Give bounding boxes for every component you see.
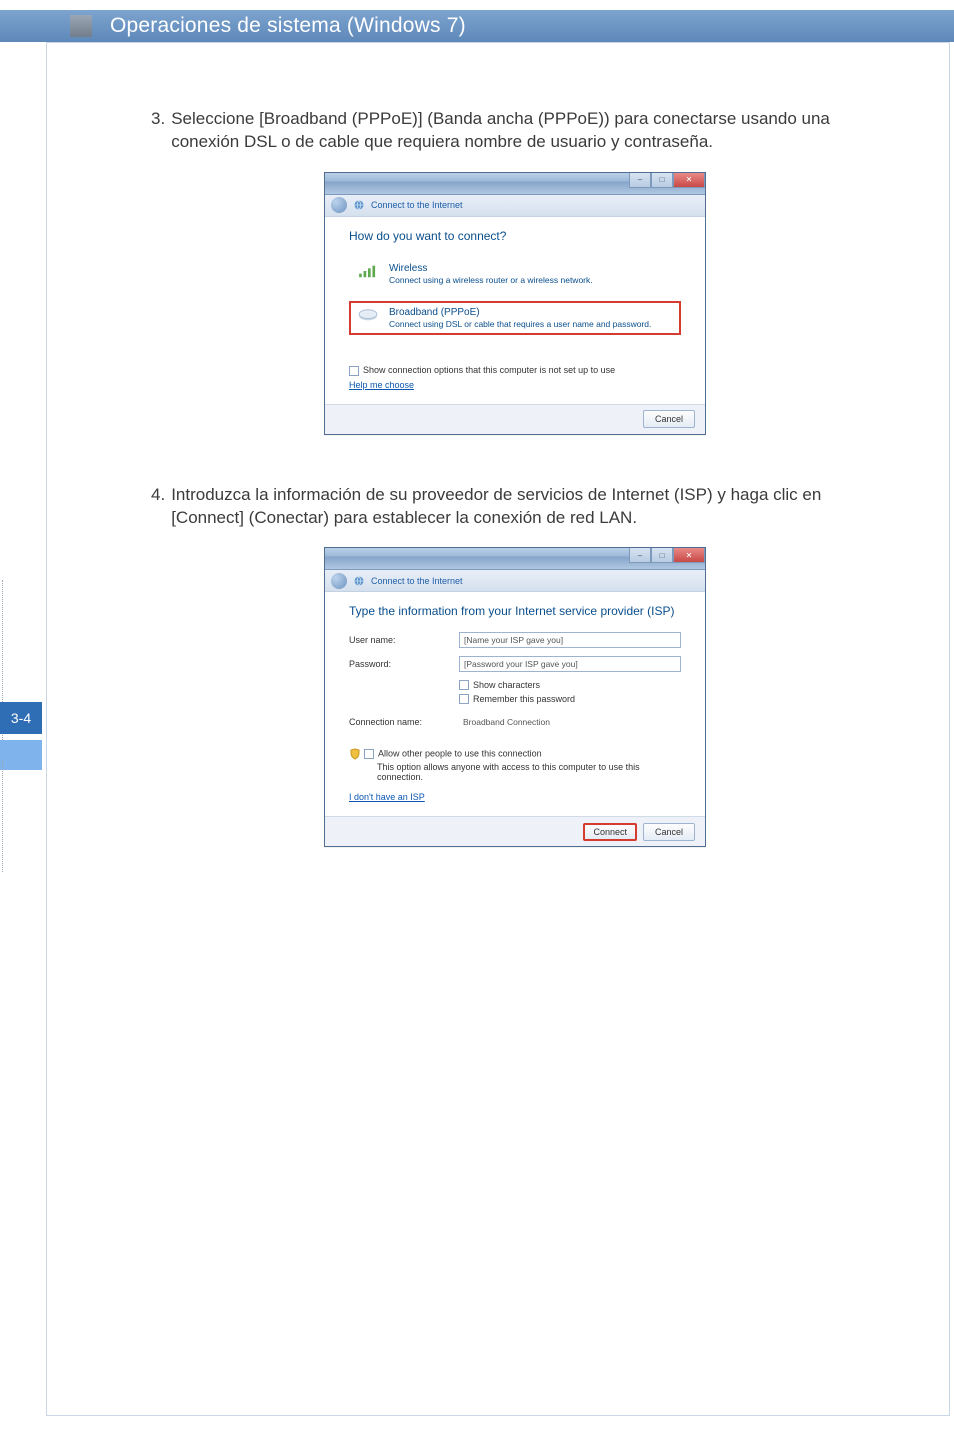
header-logo [70, 15, 92, 37]
dialog-titlebar: – □ ✕ [325, 548, 705, 570]
maximize-button[interactable]: □ [651, 548, 673, 563]
cancel-button[interactable]: Cancel [643, 823, 695, 841]
side-dots-lower [2, 760, 8, 872]
close-button[interactable]: ✕ [673, 548, 705, 563]
allow-label: Allow other people to use this connectio… [378, 749, 542, 759]
breadcrumb-bar: Connect to the Internet [325, 195, 705, 217]
dialog-isp-info: – □ ✕ Connect to the Internet Type the i… [324, 547, 706, 847]
checkbox-show-chars[interactable] [459, 680, 469, 690]
step-number: 4. [151, 483, 165, 506]
connect-button[interactable]: Connect [583, 823, 637, 841]
dialog-titlebar: – □ ✕ [325, 173, 705, 195]
connection-name-label: Connection name: [349, 717, 459, 727]
breadcrumb-bar: Connect to the Internet [325, 570, 705, 592]
back-icon[interactable] [331, 197, 347, 213]
show-chars-label: Show characters [473, 680, 540, 690]
step-text: Introduzca la información de su proveedo… [171, 483, 879, 530]
option-desc: Connect using DSL or cable that requires… [389, 319, 651, 329]
globe-icon [353, 199, 365, 211]
option-title: Wireless [389, 263, 593, 275]
header-title: Operaciones de sistema (Windows 7) [110, 14, 466, 38]
close-button[interactable]: ✕ [673, 173, 705, 188]
username-label: User name: [349, 635, 459, 645]
dialog-heading: How do you want to connect? [349, 229, 681, 243]
checkbox-show-options[interactable] [349, 366, 359, 376]
dialog-heading: Type the information from your Internet … [349, 604, 681, 618]
maximize-button[interactable]: □ [651, 173, 673, 188]
remember-label: Remember this password [473, 694, 575, 704]
username-input[interactable]: [Name your ISP gave you] [459, 632, 681, 648]
page-header: Operaciones de sistema (Windows 7) [0, 10, 954, 42]
step-4: 4. Introduzca la información de su prove… [151, 483, 879, 848]
back-icon[interactable] [331, 573, 347, 589]
dialog-connect-method: – □ ✕ Connect to the Internet How do you… [324, 172, 706, 435]
option-desc: Connect using a wireless router or a wir… [389, 275, 593, 285]
globe-icon [353, 575, 365, 587]
page-frame: 3. Seleccione [Broadband (PPPoE)] (Banda… [46, 42, 950, 1416]
option-title: Broadband (PPPoE) [389, 307, 651, 319]
cancel-button[interactable]: Cancel [643, 410, 695, 428]
step-text: Seleccione [Broadband (PPPoE)] (Banda an… [171, 107, 879, 154]
allow-desc: This option allows anyone with access to… [377, 762, 681, 782]
no-isp-link[interactable]: I don't have an ISP [349, 792, 425, 802]
password-input[interactable]: [Password your ISP gave you] [459, 656, 681, 672]
breadcrumb-text: Connect to the Internet [371, 200, 463, 210]
checkbox-label: Show connection options that this comput… [363, 365, 615, 375]
modem-icon [357, 307, 379, 323]
checkbox-allow-others[interactable] [364, 749, 374, 759]
help-me-choose-link[interactable]: Help me choose [349, 380, 414, 390]
password-label: Password: [349, 659, 459, 669]
checkbox-remember[interactable] [459, 694, 469, 704]
shield-icon [349, 748, 361, 760]
wireless-icon [357, 263, 379, 279]
breadcrumb-text: Connect to the Internet [371, 576, 463, 586]
step-number: 3. [151, 107, 165, 130]
minimize-button[interactable]: – [629, 548, 651, 563]
option-wireless[interactable]: Wireless Connect using a wireless router… [349, 257, 681, 291]
page-number-tab: 3-4 [0, 702, 42, 734]
connection-name-input[interactable]: Broadband Connection [459, 714, 681, 730]
minimize-button[interactable]: – [629, 173, 651, 188]
option-broadband[interactable]: Broadband (PPPoE) Connect using DSL or c… [349, 301, 681, 335]
step-3: 3. Seleccione [Broadband (PPPoE)] (Banda… [151, 107, 879, 435]
